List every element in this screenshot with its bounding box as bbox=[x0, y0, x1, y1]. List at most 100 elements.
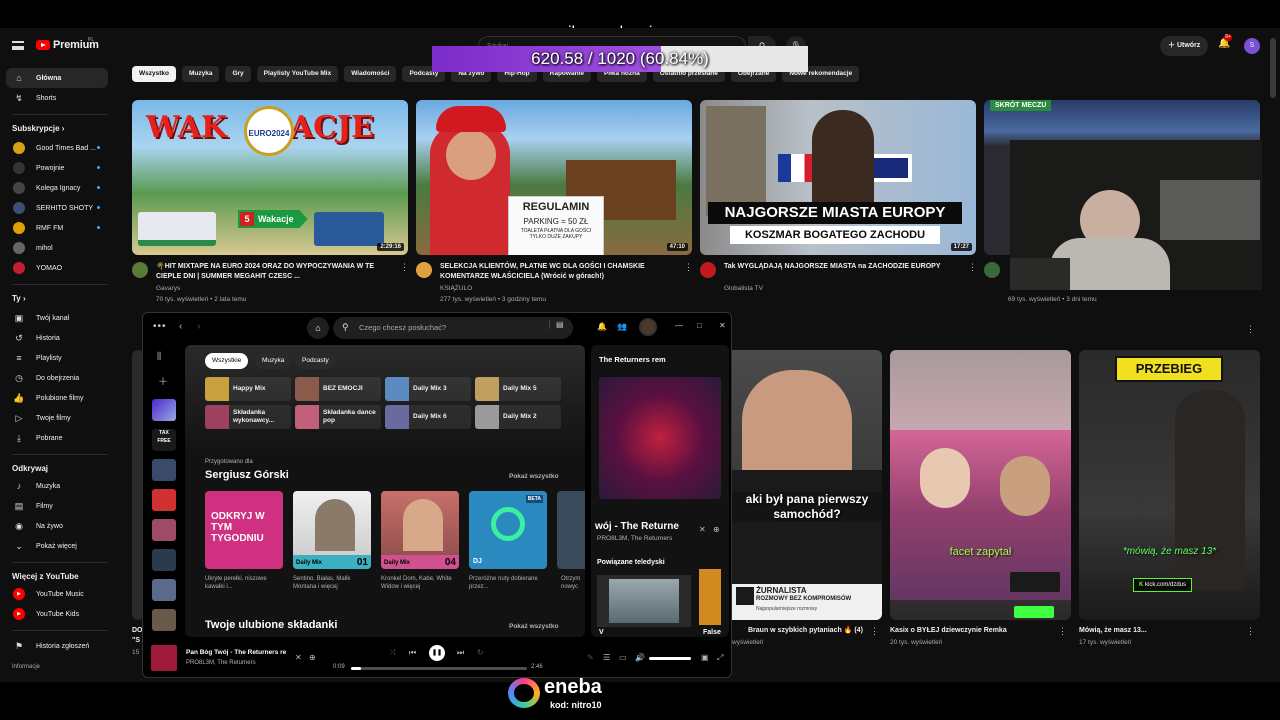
section-title[interactable]: Sergiusz Górski bbox=[205, 469, 289, 481]
channel-name[interactable]: Gavarys bbox=[156, 284, 180, 294]
sidebar-item-explore[interactable]: ⌄ Pokaż więcej bbox=[6, 536, 108, 556]
close-icon[interactable]: ✕ bbox=[719, 321, 726, 330]
channel-name[interactable]: KSIĄŻULO bbox=[440, 284, 472, 294]
sidebar-item-you[interactable]: ▷ Twoje filmy bbox=[6, 408, 108, 428]
short-title[interactable]: Mówią, że masz 13... bbox=[1079, 626, 1239, 636]
more-options-icon[interactable]: ⋮ bbox=[1246, 324, 1255, 335]
library-item[interactable] bbox=[152, 609, 176, 631]
browse-icon[interactable]: ▤ bbox=[549, 320, 564, 329]
filter-all[interactable]: Wszystkie bbox=[205, 353, 249, 369]
you-title[interactable]: Ty › bbox=[12, 294, 26, 303]
short-thumbnail[interactable]: aki był pana pierwszy samochód? ŻURNALIS… bbox=[732, 350, 882, 620]
forward-icon[interactable]: › bbox=[197, 321, 200, 332]
channel-avatar[interactable] bbox=[984, 262, 1000, 278]
spotify-search-input[interactable]: ⚲ Czego chcesz posłuchać? bbox=[333, 317, 573, 339]
create-button[interactable]: ＋ Utwórz bbox=[1160, 36, 1209, 56]
quick-tile[interactable]: Składanka wykonawcy... bbox=[205, 405, 291, 429]
quick-tile[interactable]: Daily Mix 6 bbox=[385, 405, 471, 429]
sidebar-item-channel[interactable]: Kolega Ignacy bbox=[6, 178, 108, 198]
volume-icon[interactable]: 🔊 bbox=[635, 653, 645, 662]
library-item[interactable] bbox=[152, 459, 176, 481]
more-options-icon[interactable]: ⋮ bbox=[400, 262, 409, 273]
video-thumbnail[interactable]: NAJGORSZE MIASTA EUROPY KOSZMAR BOGATEGO… bbox=[700, 100, 976, 255]
account-avatar[interactable]: S bbox=[1244, 38, 1260, 54]
playlist-card[interactable]: Daily Mix 01 bbox=[293, 491, 371, 569]
video-thumbnail[interactable]: WAK ACJE EURO2024 5 Wakacje 2:29:16 bbox=[132, 100, 408, 255]
miniplayer-icon[interactable]: ▣ bbox=[701, 653, 709, 662]
minimize-icon[interactable]: — bbox=[675, 321, 683, 330]
remove-icon[interactable]: ✕ bbox=[295, 653, 302, 662]
channel-avatar[interactable] bbox=[700, 262, 716, 278]
library-icon[interactable]: ⫼ bbox=[157, 351, 161, 362]
devices-icon[interactable]: ▭ bbox=[619, 653, 627, 662]
chip[interactable]: Gry bbox=[225, 66, 251, 82]
sidebar-item-you[interactable]: ≡ Playlisty bbox=[6, 348, 108, 368]
more-options-icon[interactable]: ⋮ bbox=[870, 626, 879, 637]
sidebar-item-channel[interactable]: Powojnie bbox=[6, 158, 108, 178]
filter-podcasts[interactable]: Podcasty bbox=[295, 353, 336, 369]
lyrics-icon[interactable]: ✎ bbox=[587, 653, 594, 662]
playlist-card[interactable]: DJ BETA bbox=[469, 491, 547, 569]
sidebar-item-you[interactable]: ▣ Twój kanał bbox=[6, 308, 108, 328]
menu-icon[interactable] bbox=[12, 41, 24, 50]
video-title[interactable]: Tak WYGLĄDAJĄ NAJGORSZE MIASTA na ZACHOD… bbox=[724, 262, 964, 272]
quick-tile[interactable]: Daily Mix 5 bbox=[475, 377, 561, 401]
short-thumbnail[interactable]: PRZEBIEG *mówią, że masz 13* K kick.com/… bbox=[1079, 350, 1260, 620]
info-link[interactable]: Informacje bbox=[12, 664, 40, 670]
playlist-card[interactable]: Daily Mix 04 bbox=[381, 491, 459, 569]
show-all-link[interactable]: Pokaż wszystko bbox=[509, 623, 559, 630]
app-menu-icon[interactable]: ••• bbox=[153, 321, 167, 332]
sidebar-item-report[interactable]: ⚑ Historia zgłoszeń bbox=[6, 636, 108, 656]
liked-songs-icon[interactable] bbox=[152, 399, 176, 421]
section-title[interactable]: Twoje ulubione składanki bbox=[205, 619, 337, 631]
sidebar-item-home[interactable]: ⌂ Główna bbox=[6, 68, 108, 88]
now-playing-title[interactable]: wój - The Returne bbox=[595, 521, 679, 532]
video-title[interactable]: SELEKCJA KLIENTÓW, PŁATNE WC DLA GOŚCI I… bbox=[440, 262, 680, 282]
shuffle-icon[interactable]: ⤨ bbox=[389, 648, 395, 658]
seek-bar[interactable] bbox=[351, 667, 527, 670]
playlist-card[interactable] bbox=[557, 491, 585, 569]
sidebar-item-you[interactable]: 👍 Polubione filmy bbox=[6, 388, 108, 408]
channel-avatar[interactable] bbox=[132, 262, 148, 278]
repeat-icon[interactable]: ↻ bbox=[477, 648, 484, 657]
sidebar-item-channel[interactable]: SERHITO SHOTY bbox=[6, 198, 108, 218]
friends-icon[interactable]: 👥 bbox=[617, 322, 627, 331]
filter-music[interactable]: Muzyka bbox=[255, 353, 292, 369]
sidebar-item-channel[interactable]: YOMAO bbox=[6, 258, 108, 278]
video-title[interactable]: 🌴HIT MIXTAPE NA EURO 2024 ORAZ DO WYPOCZ… bbox=[156, 262, 396, 282]
quick-tile[interactable]: Składanka dance pop bbox=[295, 405, 381, 429]
sidebar-item-explore[interactable]: ◉ Na żywo bbox=[6, 516, 108, 536]
subscriptions-title[interactable]: Subskrypcje › bbox=[12, 124, 64, 133]
more-options-icon[interactable]: ⋮ bbox=[1058, 626, 1067, 637]
user-avatar[interactable] bbox=[639, 318, 657, 336]
add-icon[interactable]: ＋ bbox=[158, 373, 168, 388]
chip[interactable]: Wszystko bbox=[132, 66, 176, 82]
related-video[interactable] bbox=[699, 569, 721, 625]
queue-icon[interactable]: ☰ bbox=[603, 653, 610, 662]
library-item[interactable] bbox=[152, 579, 176, 601]
volume-slider[interactable] bbox=[649, 657, 691, 660]
quick-tile[interactable]: Daily Mix 2 bbox=[475, 405, 561, 429]
library-item[interactable] bbox=[152, 549, 176, 571]
sidebar-item-you[interactable]: ◷ Do obejrzenia bbox=[6, 368, 108, 388]
chip[interactable]: Wiadomości bbox=[344, 66, 397, 82]
channel-name[interactable]: Globalista TV bbox=[724, 284, 763, 294]
page-scrollbar[interactable] bbox=[1270, 38, 1276, 98]
short-title[interactable]: Kasix o BYŁEJ dziewczynie Remka bbox=[890, 626, 1060, 636]
related-video[interactable] bbox=[597, 575, 691, 627]
player-album-art[interactable] bbox=[151, 645, 177, 671]
video-thumbnail[interactable]: REGULAMIN PARKING = 50 ZŁ TOALETA PŁATNA… bbox=[416, 100, 692, 255]
sidebar-item-you[interactable]: ⤓ Pobrane bbox=[6, 428, 108, 448]
maximize-icon[interactable]: □ bbox=[697, 321, 702, 330]
pause-button[interactable]: ❚❚ bbox=[429, 645, 445, 661]
back-icon[interactable]: ‹ bbox=[179, 321, 182, 332]
sidebar-item-more[interactable]: ▶ YouTube Music bbox=[6, 584, 108, 604]
library-item[interactable]: TAX FREE bbox=[152, 429, 176, 451]
next-icon[interactable]: ⏭ bbox=[457, 648, 464, 658]
previous-icon[interactable]: ⏮ bbox=[409, 648, 416, 658]
sidebar-item-explore[interactable]: ▤ Filmy bbox=[6, 496, 108, 516]
more-options-icon[interactable]: ⋮ bbox=[1246, 626, 1255, 637]
add-circle-icon[interactable]: ⊕ bbox=[309, 653, 316, 662]
sidebar-item-you[interactable]: ↺ Historia bbox=[6, 328, 108, 348]
sidebar-item-channel[interactable]: Good Times Bad ... bbox=[6, 138, 108, 158]
